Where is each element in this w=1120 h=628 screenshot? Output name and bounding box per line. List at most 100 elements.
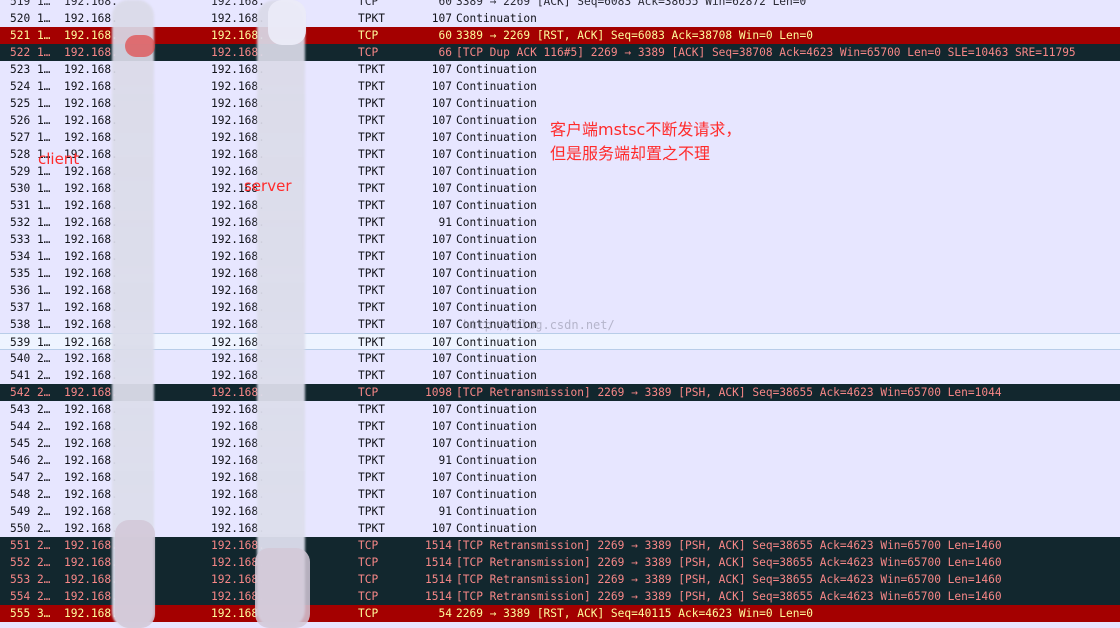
length: 107 [431,471,452,484]
packet-row[interactable]: 538 1… 192.168. 192.168. TPKT 107 Continuatio… [0,316,1120,333]
protocol: TPKT [358,505,385,518]
source-address: 192.168. [64,97,118,110]
packet-row[interactable]: 543 2… 192.168. 192.168. TPKT 107 Continuatio… [0,401,1120,418]
source-address: 192.168. [64,80,118,93]
packet-number: 552 2… [10,556,51,569]
packet-row[interactable]: 545 2… 192.168. 192.168. TPKT 107 Continuatio… [0,435,1120,452]
packet-row[interactable]: 524 1… 192.168. 192.168. TPKT 107 Continuatio… [0,78,1120,95]
packet-row[interactable]: 535 1… 192.168. 192.168. TPKT 107 Continuatio… [0,265,1120,282]
packet-row[interactable]: 521 1… 192.168. 192.168. TCP 60 3389 → 2269 [… [0,27,1120,44]
packet-row[interactable]: 554 2… 192.168. 192.168. TCP 1514 [TCP Retran… [0,588,1120,605]
packet-row[interactable]: 549 2… 192.168. 192.168. TPKT 91 Continuation [0,503,1120,520]
protocol: TPKT [358,301,385,314]
packet-row[interactable]: 528 1… 192.168. 192.168. TPKT 107 Continuatio… [0,146,1120,163]
destination-address: 192.168. [211,165,265,178]
length: 1514 [425,556,452,569]
protocol: TPKT [358,336,385,349]
info: [TCP Retransmission] 2269 → 3389 [PSH, A… [456,539,1002,552]
destination-address: 192.168. [211,505,265,518]
packet-row[interactable]: 553 2… 192.168. 192.168. TCP 1514 [TCP Retran… [0,571,1120,588]
info: 3389 → 2269 [ACK] Seq=6083 Ack=38655 Win… [456,0,807,8]
packet-row[interactable]: 544 2… 192.168. 192.168. TPKT 107 Continuatio… [0,418,1120,435]
packet-number: 544 2… [10,420,51,433]
length: 107 [431,284,452,297]
packet-number: 548 2… [10,488,51,501]
packet-row[interactable]: 536 1… 192.168. 192.168. TPKT 107 Continuatio… [0,282,1120,299]
source-address: 192.168. [64,46,118,59]
protocol: TPKT [358,352,385,365]
packet-row[interactable]: 547 2… 192.168. 192.168. TPKT 107 Continuatio… [0,469,1120,486]
packet-row[interactable]: 551 2… 192.168. 192.168. TCP 1514 [TCP Retran… [0,537,1120,554]
protocol: TPKT [358,131,385,144]
info: Continuation [456,437,537,450]
length: 107 [431,131,452,144]
packet-row[interactable]: 548 2… 192.168. 192.168. TPKT 107 Continuatio… [0,486,1120,503]
packet-row[interactable]: 532 1… 192.168. 192.168. TPKT 91 Continuation [0,214,1120,231]
protocol: TPKT [358,148,385,161]
packet-row[interactable]: 534 1… 192.168. 192.168. TPKT 107 Continuatio… [0,248,1120,265]
packet-row[interactable]: 539 1… 192.168. 192.168. TPKT 107 Continuatio… [0,333,1120,350]
packet-number: 533 1… [10,233,51,246]
length: 91 [438,454,452,467]
packet-row[interactable]: 550 2… 192.168. 192.168. TPKT 107 Continuatio… [0,520,1120,537]
protocol: TCP [358,539,379,552]
packet-number: 520 1… [10,12,51,25]
packet-row[interactable]: 533 1… 192.168. 192.168. TPKT 107 Continuatio… [0,231,1120,248]
packet-row[interactable]: 519 1… 192.168. 192.168. TCP 60 3389 → 2269 [… [0,0,1120,10]
source-address: 192.168. [64,199,118,212]
source-address: 192.168. [64,216,118,229]
packet-row[interactable]: 542 2… 192.168. 192.168. TCP 1098 [TCP Retran… [0,384,1120,401]
packet-row[interactable]: 525 1… 192.168. 192.168. TPKT 107 Continuatio… [0,95,1120,112]
destination-address: 192.168. [211,114,265,127]
packet-row[interactable]: 529 1… 192.168. 192.168. TPKT 107 Continuatio… [0,163,1120,180]
length: 107 [431,233,452,246]
info: Continuation [456,182,537,195]
packet-number: 534 1… [10,250,51,263]
packet-row[interactable]: 527 1… 192.168. 192.168. TPKT 107 Continuatio… [0,129,1120,146]
protocol: TPKT [358,488,385,501]
packet-number: 522 1… [10,46,51,59]
source-address: 192.168. [64,420,118,433]
packet-number: 537 1… [10,301,51,314]
packet-row[interactable]: 523 1… 192.168. 192.168. TPKT 107 Continuatio… [0,61,1120,78]
source-address: 192.168. [64,437,118,450]
protocol: TPKT [358,233,385,246]
packet-row[interactable]: 530 1… 192.168. 192.168. TPKT 107 Continuatio… [0,180,1120,197]
packet-row[interactable]: 546 2… 192.168. 192.168. TPKT 91 Continuation [0,452,1120,469]
packet-number: 531 1… [10,199,51,212]
packet-row[interactable]: 520 1… 192.168. 192.168. TPKT 107 Continuatio… [0,10,1120,27]
info: Continuation [456,403,537,416]
destination-address: 192.168. [211,199,265,212]
source-address: 192.168. [64,556,118,569]
packet-row[interactable]: 537 1… 192.168. 192.168. TPKT 107 Continuatio… [0,299,1120,316]
packet-number: 524 1… [10,80,51,93]
protocol: TPKT [358,97,385,110]
packet-row[interactable]: 531 1… 192.168. 192.168. TPKT 107 Continuatio… [0,197,1120,214]
source-address: 192.168. [64,386,118,399]
length: 107 [431,63,452,76]
packet-row[interactable]: 552 2… 192.168. 192.168. TCP 1514 [TCP Retran… [0,554,1120,571]
destination-address: 192.168. [211,301,265,314]
info: Continuation [456,250,537,263]
packet-row[interactable]: 540 2… 192.168. 192.168. TPKT 107 Continuatio… [0,350,1120,367]
packet-number: 551 2… [10,539,51,552]
packet-row[interactable]: 555 3… 192.168. 192.168. TCP 54 2269 → 3389 [… [0,605,1120,622]
destination-address: 192.168. [211,369,265,382]
packet-number: 521 1… [10,29,51,42]
packet-row[interactable]: 522 1… 192.168. 192.168. TCP 66 [TCP Dup ACK … [0,44,1120,61]
packet-row[interactable]: 541 2… 192.168. 192.168. TPKT 107 Continuatio… [0,367,1120,384]
length: 107 [431,301,452,314]
length: 1514 [425,590,452,603]
source-address: 192.168. [64,369,118,382]
length: 66 [438,46,452,59]
protocol: TPKT [358,114,385,127]
info: 3389 → 2269 [RST, ACK] Seq=6083 Ack=3870… [456,29,813,42]
destination-address: 192.168. [211,556,265,569]
packet-row[interactable]: 526 1… 192.168. 192.168. TPKT 107 Continuatio… [0,112,1120,129]
destination-address: 192.168. [211,267,265,280]
packet-number: 541 2… [10,369,51,382]
source-address: 192.168. [64,352,118,365]
source-address: 192.168. [64,63,118,76]
destination-address: 192.168. [211,216,265,229]
info: 2269 → 3389 [RST, ACK] Seq=40115 Ack=462… [456,607,813,620]
